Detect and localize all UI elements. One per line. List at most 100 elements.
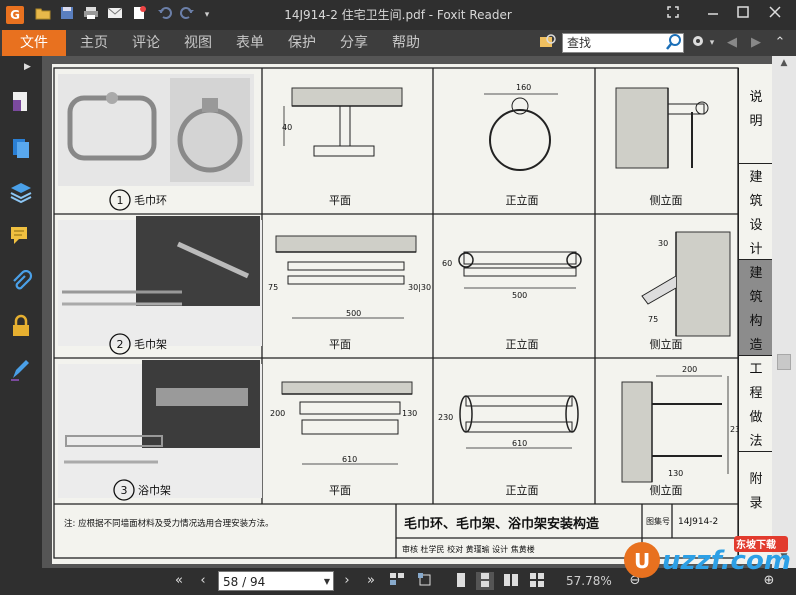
dimension-label: 60 [442, 259, 452, 268]
drawing-sheet: 1 2 3 毛巾环 毛巾架 浴巾架 平面 正立面 侧立面 平面 正立面 侧立面 … [53, 67, 745, 559]
menu-share[interactable]: 分享 [330, 30, 378, 56]
front-label: 正立面 [506, 193, 539, 207]
dimension-label: 160 [516, 83, 531, 92]
menu-home[interactable]: 主页 [70, 30, 118, 56]
dimension-label: 610 [342, 455, 357, 464]
single-page-icon[interactable] [452, 572, 470, 590]
menu-file[interactable]: 文件 [2, 30, 66, 56]
row-3-number: 3 [121, 484, 128, 497]
dimension-label: 30 [658, 239, 668, 248]
ribbon-menu-bar: 文件 主页 评论 视图 表单 保护 分享 帮助 查找 ▾ ◀ ▶ ⌃ [0, 30, 796, 56]
continuous-facing-icon[interactable] [528, 572, 546, 590]
previous-page-icon[interactable]: ‹ [194, 572, 212, 590]
row-1-number: 1 [117, 194, 124, 207]
tab-architectural-design[interactable]: 建筑设计 [739, 164, 773, 260]
towel-ring-plan-drawing [283, 87, 403, 157]
bath-towel-rack-photo [58, 360, 262, 498]
row-3-name: 浴巾架 [138, 483, 171, 497]
bath-towel-rack-plan-drawing [281, 381, 413, 465]
page-number-input[interactable]: 58 / 94 ▼ [218, 571, 334, 591]
collapse-ribbon-icon[interactable]: ⌃ [770, 33, 790, 53]
dimension-label: 200 [682, 365, 697, 374]
minimize-button[interactable] [702, 4, 724, 26]
pages-icon[interactable] [9, 90, 33, 114]
redo-icon[interactable] [178, 6, 196, 24]
tab-engineering-practice[interactable]: 工程做法 [739, 356, 773, 452]
layers-icon[interactable] [9, 180, 33, 204]
pdf-page: 1 2 3 毛巾环 毛巾架 浴巾架 平面 正立面 侧立面 平面 正立面 侧立面 … [52, 64, 776, 564]
towel-rack-photo [58, 216, 262, 346]
signature-row: 审核 杜学民 校对 黄瑾瑜 设计 焦黄楼 [402, 544, 535, 554]
plan-label: 平面 [329, 484, 351, 497]
svg-text:U: U [634, 549, 650, 573]
atlas-label: 图集号 [646, 516, 670, 526]
rotate-icon[interactable] [416, 572, 434, 590]
search-icon[interactable] [664, 34, 684, 54]
menu-form[interactable]: 表单 [226, 30, 274, 56]
side-label: 侧立面 [650, 483, 683, 497]
navigation-sidebar: ▶ [0, 56, 42, 568]
dimension-label: 500 [346, 309, 361, 318]
towel-rack-front-drawing [458, 251, 582, 289]
towel-rack-plan-drawing [275, 235, 417, 319]
dimension-label: 610 [512, 439, 527, 448]
bookmarks-icon[interactable] [9, 136, 33, 160]
dimension-label: 200 [270, 409, 285, 418]
maximize-button[interactable] [732, 4, 754, 26]
next-view-icon[interactable]: ▶ [746, 33, 766, 53]
first-page-icon[interactable]: « [170, 572, 188, 590]
expand-panel-icon[interactable]: ▶ [24, 62, 31, 72]
open-folder-icon[interactable] [34, 6, 52, 24]
close-button[interactable] [764, 4, 786, 26]
next-page-icon[interactable]: › [338, 572, 356, 590]
print-icon[interactable] [82, 6, 100, 24]
page-dropdown-icon[interactable]: ▼ [324, 572, 330, 592]
drawing-title: 毛巾环、毛巾架、浴巾架安装构造 [404, 516, 600, 532]
dimension-label: 40 [282, 123, 292, 132]
row-2-number: 2 [117, 338, 124, 351]
watermark-badge: 东坡下载 [736, 540, 776, 551]
view-mode-icon[interactable] [388, 572, 406, 590]
row-1-name: 毛巾环 [134, 193, 167, 207]
dimension-label: 130 [668, 469, 683, 478]
dimension-label: 230 [438, 413, 453, 422]
document-viewport[interactable]: 1 2 3 毛巾环 毛巾架 浴巾架 平面 正立面 侧立面 平面 正立面 侧立面 … [42, 56, 776, 568]
tab-architectural-construction[interactable]: 建筑构造 [739, 260, 773, 356]
undo-icon[interactable] [156, 6, 174, 24]
email-icon[interactable] [106, 6, 124, 24]
new-pdf-icon[interactable] [130, 6, 148, 24]
atlas-number: 14J914-2 [678, 517, 718, 527]
last-page-icon[interactable]: » [362, 572, 380, 590]
menu-help[interactable]: 帮助 [382, 30, 430, 56]
vertical-scrollbar[interactable]: ▲ ▼ [772, 56, 796, 568]
menu-view[interactable]: 视图 [174, 30, 222, 56]
front-label: 正立面 [506, 483, 539, 497]
towel-ring-side-drawing [615, 87, 709, 169]
zoom-level[interactable]: 57.78% [566, 572, 612, 590]
scrollbar-thumb[interactable] [777, 354, 791, 370]
continuous-page-icon[interactable] [476, 572, 494, 590]
menu-protect[interactable]: 保护 [278, 30, 326, 56]
security-lock-icon[interactable] [9, 314, 33, 338]
bath-towel-rack-side-drawing [621, 375, 729, 483]
front-label: 正立面 [506, 337, 539, 351]
category-tab-strip: 说明 建筑设计 建筑构造 工程做法 附录 [738, 68, 773, 558]
attachments-icon[interactable] [9, 269, 33, 294]
facing-page-icon[interactable] [502, 572, 520, 590]
signature-pen-icon[interactable] [9, 358, 33, 382]
save-icon[interactable] [58, 6, 76, 24]
settings-dropdown-icon[interactable]: ▾ [702, 33, 722, 53]
customize-toolbar-icon[interactable]: ▾ [198, 6, 216, 24]
find-options-icon[interactable] [538, 33, 558, 53]
dimension-label: 75 [648, 315, 658, 324]
installation-note: 注: 应根据不同墙面材料及受力情况选用合理安装方法。 [64, 518, 274, 529]
towel-ring-front-drawing [484, 93, 558, 171]
fullscreen-icon[interactable] [662, 4, 684, 26]
dimension-label: 30|30 [408, 283, 431, 292]
previous-view-icon[interactable]: ◀ [722, 33, 742, 53]
comments-icon[interactable] [9, 224, 33, 248]
foxit-logo-icon[interactable]: G [6, 6, 24, 24]
tab-description[interactable]: 说明 [739, 68, 773, 164]
scroll-up-arrow[interactable]: ▲ [776, 58, 792, 72]
menu-comment[interactable]: 评论 [122, 30, 170, 56]
